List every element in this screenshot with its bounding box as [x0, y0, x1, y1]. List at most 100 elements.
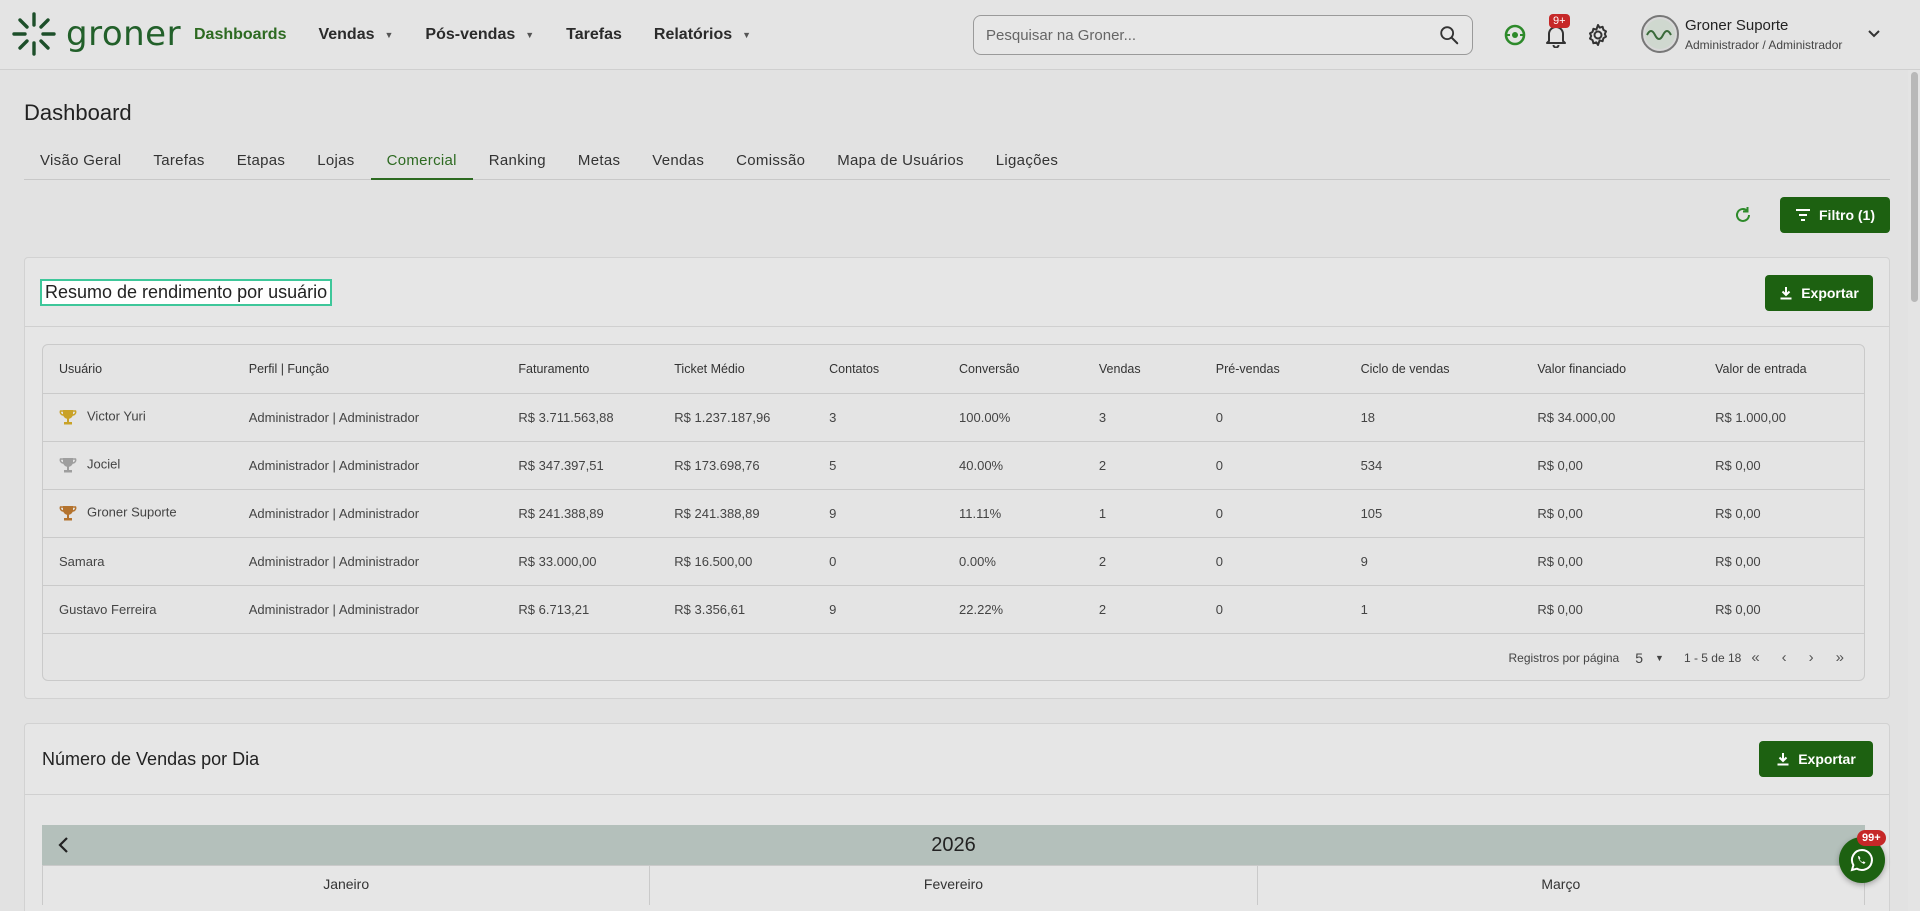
table-cell: 100.00% [943, 393, 1083, 442]
sales-export-button[interactable]: Exportar [1759, 741, 1873, 777]
nav-item-2[interactable]: Pós-vendas ▼ [425, 26, 534, 44]
tab-5[interactable]: Ranking [473, 146, 562, 180]
table-cell: 18 [1344, 393, 1522, 442]
cell-value: 534 [1360, 457, 1383, 473]
cell-value: 0 [1215, 553, 1223, 569]
filter-button[interactable]: Filtro (1) [1780, 197, 1890, 233]
tab-2[interactable]: Etapas [221, 146, 302, 180]
column-header[interactable]: Usuário [43, 345, 233, 394]
tab-1[interactable]: Tarefas [137, 146, 220, 180]
table-cell: R$ 0,00 [1521, 441, 1700, 490]
table-row[interactable]: Jociel Administrador | Administrador R$ 34… [43, 441, 1864, 490]
calendar-month[interactable]: Janeiro [43, 865, 651, 905]
table-cell: R$ 347.397,51 [502, 441, 659, 490]
summary-title: Resumo de rendimento por usuário [40, 279, 333, 306]
search-box[interactable] [973, 15, 1473, 55]
summary-card: Resumo de rendimento por usuário Exporta… [24, 257, 1890, 699]
per-page-value: 5 [1635, 649, 1644, 666]
top-bar: groner Dashboards Vendas ▼ Pós-vendas ▼ Taref… [0, 0, 1920, 70]
column-header[interactable]: Conversão [943, 345, 1083, 394]
nav-item-4[interactable]: Relatórios ▼ [654, 26, 751, 44]
filter-button-label: Filtro (1) [1819, 207, 1875, 223]
groner-assistant-icon[interactable] [1502, 22, 1528, 48]
cell-value: 100.00% [959, 409, 1011, 425]
column-header[interactable]: Faturamento [502, 345, 659, 394]
table-header-row: Usuário Perfil | Função Faturamento Ticket … [43, 345, 1864, 394]
sales-export-label: Exportar [1798, 751, 1856, 767]
table-cell: 9 [813, 489, 944, 538]
cell-value: 0 [1215, 409, 1223, 425]
calendar-year: 2026 [931, 834, 976, 856]
cell-value: R$ 347.397,51 [518, 457, 604, 473]
tab-8[interactable]: Comissão [720, 146, 821, 180]
avatar [1641, 15, 1679, 53]
table-cell: 1 [1344, 585, 1522, 634]
tab-6[interactable]: Metas [562, 146, 636, 180]
column-header[interactable]: Contatos [813, 345, 944, 394]
column-header[interactable]: Ciclo de vendas [1344, 345, 1522, 394]
table-row[interactable]: Gustavo Ferreira Administrador | Administ… [43, 585, 1864, 634]
tab-9[interactable]: Mapa de Usuários [821, 146, 980, 180]
column-header[interactable]: Pré-vendas [1199, 345, 1345, 394]
gear-icon[interactable] [1585, 22, 1611, 48]
table-row[interactable]: Groner Suporte Administrador | Administra… [43, 489, 1864, 538]
calendar-month[interactable]: Fevereiro [650, 865, 1258, 905]
summary-export-button[interactable]: Exportar [1765, 275, 1873, 311]
calendar-month[interactable]: Março [1257, 865, 1865, 905]
download-icon [1777, 753, 1789, 766]
table-row[interactable]: Samara Administrador | Administrador R$ 33… [43, 537, 1864, 586]
search-input[interactable] [986, 26, 1438, 44]
nav-item-0[interactable]: Dashboards [194, 26, 286, 44]
cell-value: R$ 33.000,00 [518, 553, 597, 569]
table-cell: 1 [1082, 489, 1200, 538]
cell-value: R$ 6.713,21 [518, 601, 590, 617]
logo-wordmark: groner [66, 14, 182, 54]
next-page-icon[interactable]: › [1809, 649, 1814, 666]
tab-7[interactable]: Vendas [636, 146, 720, 180]
tab-4[interactable]: Comercial [370, 146, 473, 180]
search-icon[interactable] [1438, 24, 1460, 46]
nav-item-1[interactable]: Vendas ▼ [318, 26, 393, 44]
cell-value: 105 [1360, 505, 1383, 521]
cell-value: 2 [1098, 457, 1107, 473]
column-header[interactable]: Vendas [1082, 345, 1200, 394]
user-name-cell: Victor Yuri [87, 408, 146, 424]
table-cell: 2 [1082, 537, 1200, 586]
whatsapp-badge: 99+ [1857, 830, 1886, 846]
table-cell: Victor Yuri [43, 393, 233, 442]
cell-value: 9 [829, 505, 837, 521]
refresh-icon[interactable] [1733, 205, 1753, 225]
groner-logo[interactable]: groner [10, 10, 181, 58]
table-cell: Samara [43, 537, 233, 586]
cell-value: R$ 0,00 [1537, 553, 1583, 569]
last-page-icon[interactable]: » [1836, 649, 1844, 666]
column-header[interactable]: Ticket Médio [658, 345, 814, 394]
prev-page-icon[interactable]: ‹ [1782, 649, 1787, 666]
nav-item-3[interactable]: Tarefas [566, 26, 622, 44]
table-cell: Administrador | Administrador [232, 537, 503, 586]
tab-3[interactable]: Lojas [301, 146, 370, 180]
nav-item-label: Relatórios [653, 26, 733, 43]
table-cell: 5 [813, 441, 944, 490]
user-menu[interactable]: Groner Suporte Administrador / Administr… [1641, 15, 1842, 53]
nav-item-label: Pós-vendas [425, 26, 516, 43]
column-header[interactable]: Valor de entrada [1699, 345, 1864, 394]
tab-10[interactable]: Ligações [980, 146, 1074, 180]
sales-per-day-title: Número de Vendas por Dia [42, 749, 260, 769]
table-row[interactable]: Victor Yuri Administrador | Administrador… [43, 393, 1864, 442]
tab-0[interactable]: Visão Geral [24, 146, 137, 180]
table-cell: 3 [1082, 393, 1200, 442]
per-page-select[interactable]: 5 ▼ [1635, 650, 1664, 666]
table-cell: 3 [813, 393, 944, 442]
first-page-icon[interactable]: « [1751, 649, 1759, 666]
whatsapp-icon [1850, 848, 1873, 872]
cell-value: R$ 0,00 [1537, 457, 1583, 473]
cell-value: 5 [829, 457, 837, 473]
column-header[interactable]: Valor financiado [1521, 345, 1700, 394]
chevron-down-icon[interactable] [1866, 26, 1882, 42]
card-divider [25, 794, 1889, 795]
scrollbar-thumb[interactable] [1911, 72, 1918, 302]
table-cell: 22.22% [943, 585, 1083, 634]
card-divider [25, 326, 1889, 327]
column-header[interactable]: Perfil | Função [232, 345, 503, 394]
